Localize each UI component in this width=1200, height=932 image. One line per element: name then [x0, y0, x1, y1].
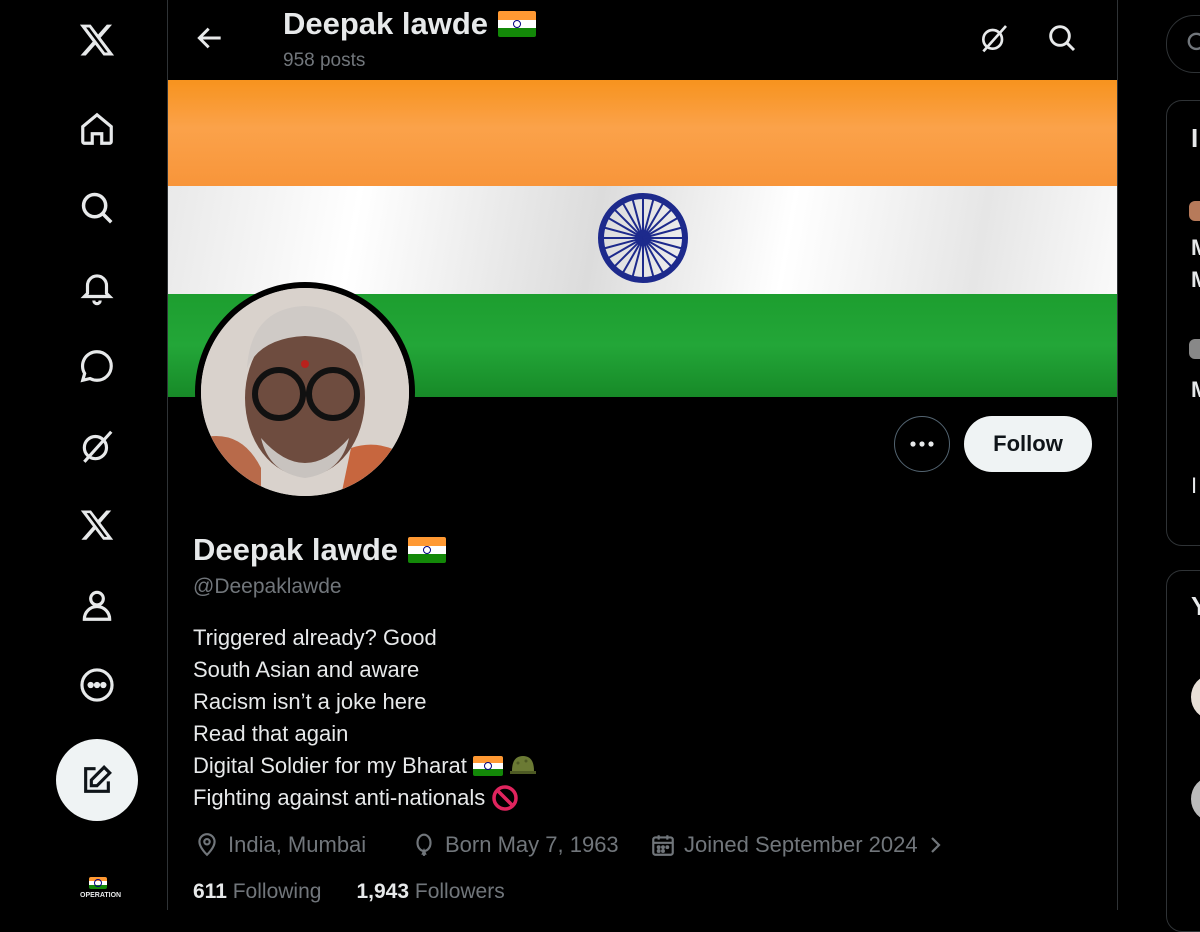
- bio-line: Racism isn’t a joke here: [193, 686, 537, 718]
- bio-line-text: South Asian and aware: [193, 657, 420, 682]
- notifications-bell-icon[interactable]: [77, 267, 117, 307]
- x-logo-icon[interactable]: [77, 20, 117, 60]
- following-count: 611: [193, 880, 227, 903]
- operation-badge[interactable]: OPERATION: [80, 874, 121, 899]
- grok-icon: [982, 25, 1007, 53]
- followers-count: 1,943: [356, 880, 410, 903]
- avatar-photo: [201, 288, 409, 496]
- profile-icon[interactable]: [77, 585, 117, 625]
- bio-line: South Asian and aware: [193, 654, 537, 686]
- followers-link[interactable]: 1,943 Followers: [356, 880, 504, 903]
- bio-line-text: Digital Soldier for my Bharat: [193, 753, 467, 778]
- right-avatar-fragment: [1191, 675, 1200, 719]
- right-avatar-fragment: [1189, 201, 1200, 221]
- back-arrow-icon: [197, 27, 221, 49]
- ashoka-chakra-icon: [598, 193, 688, 283]
- india-flag-icon: [498, 11, 537, 37]
- operation-badge-label: OPERATION: [80, 892, 122, 899]
- birthday-text: Born May 7, 1963: [445, 832, 619, 857]
- post-count: 958 posts: [283, 50, 366, 71]
- bio-line-text: Triggered already? Good: [193, 625, 437, 650]
- header-title: Deepak lawde: [283, 6, 537, 42]
- right-panel-fragment: I: [1191, 473, 1198, 498]
- right-panel-fragment: Y: [1191, 591, 1200, 621]
- right-avatar-fragment: [1191, 777, 1200, 821]
- right-search-bar[interactable]: [1166, 15, 1200, 73]
- chevron-right-icon: [930, 837, 941, 853]
- header-search-button[interactable]: [1046, 22, 1080, 56]
- profile-avatar[interactable]: [195, 282, 415, 502]
- bio-line: Triggered already? Good: [193, 622, 537, 654]
- bio-line: Digital Soldier for my Bharat: [193, 750, 537, 782]
- grok-icon[interactable]: [77, 426, 117, 466]
- search-icon: [1049, 25, 1076, 52]
- india-flag-icon: [472, 756, 503, 776]
- compose-post-button[interactable]: [56, 739, 138, 821]
- right-panel-fragment: M: [1191, 235, 1200, 261]
- grok-header-button[interactable]: [978, 22, 1012, 56]
- bio-line-text: Read that again: [193, 721, 349, 746]
- follow-button[interactable]: Follow: [964, 416, 1092, 472]
- balloon-icon: [416, 833, 432, 856]
- joined-text: Joined September 2024: [684, 832, 918, 857]
- right-panel-fragment: M: [1191, 267, 1200, 293]
- right-panel-card: Y: [1166, 570, 1200, 932]
- right-panel-fragment: M: [1191, 377, 1200, 403]
- military-helmet-icon: [509, 756, 536, 774]
- following-label: Following: [232, 880, 322, 903]
- main-column-border-right: [1117, 0, 1118, 910]
- right-panel-card: I M M M I: [1166, 100, 1200, 546]
- location-item: India, Mumbai: [194, 832, 366, 858]
- followers-label: Followers: [414, 880, 505, 903]
- following-link[interactable]: 611 Following: [193, 880, 321, 903]
- follow-counts: 611 Following 1,943 Followers: [193, 880, 505, 904]
- bio-line-text: Racism isn’t a joke here: [193, 689, 427, 714]
- premium-x-icon[interactable]: [77, 505, 117, 545]
- india-flag-icon: [408, 537, 447, 563]
- india-flag-icon: [89, 876, 107, 889]
- back-arrow-button[interactable]: [194, 22, 226, 54]
- profile-name-row: Deepak lawde: [193, 532, 447, 568]
- profile-handle: @Deepaklawde: [193, 575, 342, 598]
- search-icon: [1187, 32, 1200, 51]
- location-pin-icon: [198, 833, 216, 857]
- prohibited-icon: [492, 785, 519, 811]
- bio-line: Fighting against anti-nationals: [193, 782, 537, 814]
- right-panel-fragment: I: [1191, 123, 1199, 153]
- profile-bio: Triggered already? Good South Asian and …: [193, 622, 537, 814]
- more-options-icon[interactable]: [77, 665, 117, 705]
- location-text: India, Mumbai: [228, 832, 367, 857]
- more-dots-icon: [910, 441, 934, 447]
- bio-line: Read that again: [193, 718, 537, 750]
- home-icon[interactable]: [77, 109, 117, 149]
- profile-more-button[interactable]: [894, 416, 950, 472]
- banner-saffron-stripe: [168, 80, 1117, 186]
- joined-item[interactable]: Joined September 2024: [650, 832, 944, 858]
- search-icon[interactable]: [77, 188, 117, 228]
- bio-line-text: Fighting against anti-nationals: [193, 785, 486, 810]
- profile-name: Deepak lawde: [193, 532, 399, 567]
- right-avatar-fragment: [1189, 339, 1200, 359]
- header-name: Deepak lawde: [283, 6, 489, 41]
- calendar-icon: [652, 835, 674, 856]
- messages-icon[interactable]: [77, 346, 117, 386]
- birthday-item: Born May 7, 1963: [411, 832, 619, 858]
- compose-icon: [84, 765, 112, 793]
